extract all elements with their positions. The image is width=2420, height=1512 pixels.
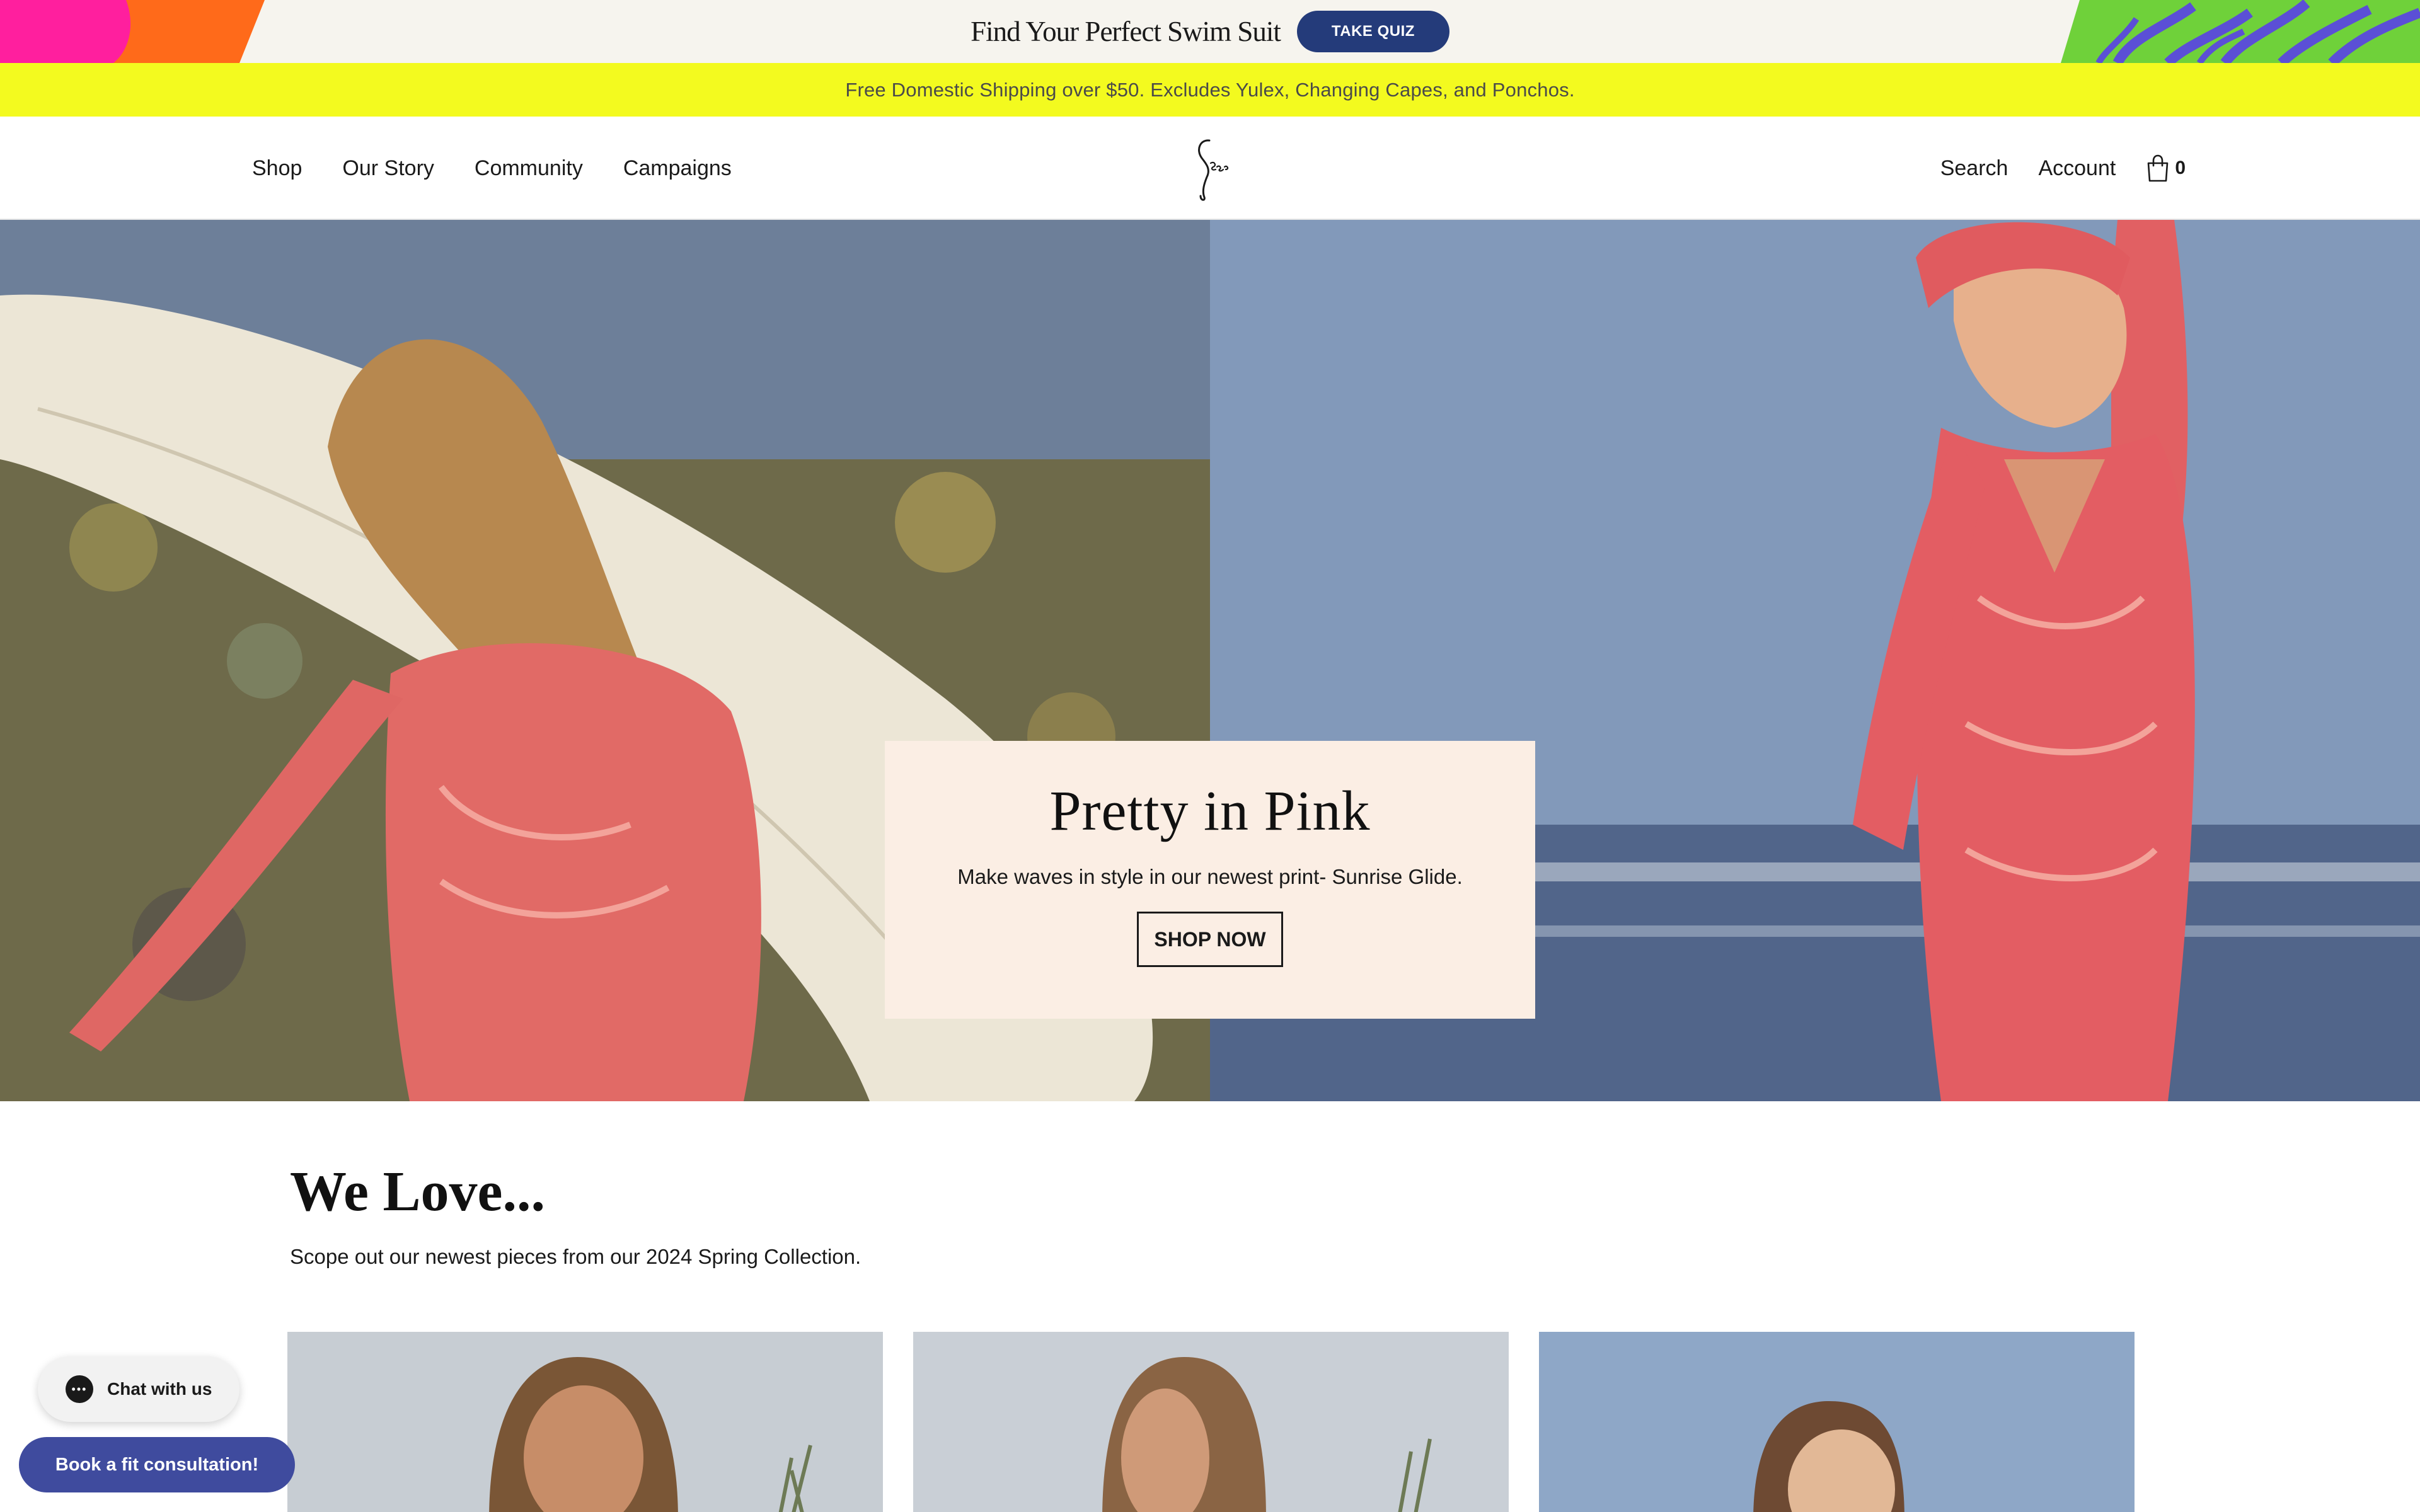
cart-button[interactable]: 0 — [2146, 154, 2186, 182]
hero-promo-card: Pretty in Pink Make waves in style in ou… — [885, 741, 1535, 1019]
site-header: Shop Our Story Community Campaigns Searc… — [0, 117, 2420, 220]
chat-label: Chat with us — [107, 1379, 212, 1399]
search-link[interactable]: Search — [1940, 156, 2008, 181]
promo-center: Find Your Perfect Swim Suit TAKE QUIZ — [0, 0, 2420, 63]
nav-community[interactable]: Community — [475, 156, 583, 181]
product-image — [287, 1332, 883, 1512]
shipping-banner: Free Domestic Shipping over $50. Exclude… — [0, 63, 2420, 117]
promo-bar: Find Your Perfect Swim Suit TAKE QUIZ — [0, 0, 2420, 63]
chat-widget-button[interactable]: ••• Chat with us — [38, 1356, 239, 1422]
product-card[interactable] — [913, 1332, 1509, 1512]
main-nav: Shop Our Story Community Campaigns — [252, 117, 732, 220]
product-card[interactable] — [1539, 1332, 2135, 1512]
hero-banner[interactable]: Pretty in Pink Make waves in style in ou… — [0, 220, 2420, 1101]
take-quiz-button[interactable]: TAKE QUIZ — [1296, 11, 1449, 52]
seea-logo-icon[interactable] — [1188, 135, 1232, 202]
chat-bubble-icon: ••• — [66, 1375, 93, 1403]
nav-our-story[interactable]: Our Story — [342, 156, 434, 181]
shop-now-button[interactable]: SHOP NOW — [1137, 912, 1283, 967]
promo-title: Find Your Perfect Swim Suit — [971, 16, 1281, 47]
shopping-bag-icon — [2148, 154, 2169, 182]
cart-count: 0 — [2175, 158, 2186, 178]
product-image — [913, 1332, 1509, 1512]
nav-campaigns[interactable]: Campaigns — [623, 156, 732, 181]
product-grid — [287, 1332, 2135, 1512]
nav-shop[interactable]: Shop — [252, 156, 302, 181]
book-consultation-button[interactable]: Book a fit consultation! — [19, 1437, 295, 1492]
section-title: We Love... — [290, 1160, 545, 1223]
section-subtitle: Scope out our newest pieces from our 202… — [290, 1245, 861, 1268]
utility-nav: Search Account 0 — [1940, 117, 2186, 220]
product-card[interactable] — [287, 1332, 883, 1512]
shipping-text[interactable]: Free Domestic Shipping over $50. Exclude… — [845, 79, 1574, 101]
product-image — [1539, 1332, 2135, 1512]
account-link[interactable]: Account — [2038, 156, 2116, 181]
hero-subtitle: Make waves in style in our newest print-… — [957, 865, 1463, 888]
hero-title: Pretty in Pink — [1049, 780, 1371, 842]
